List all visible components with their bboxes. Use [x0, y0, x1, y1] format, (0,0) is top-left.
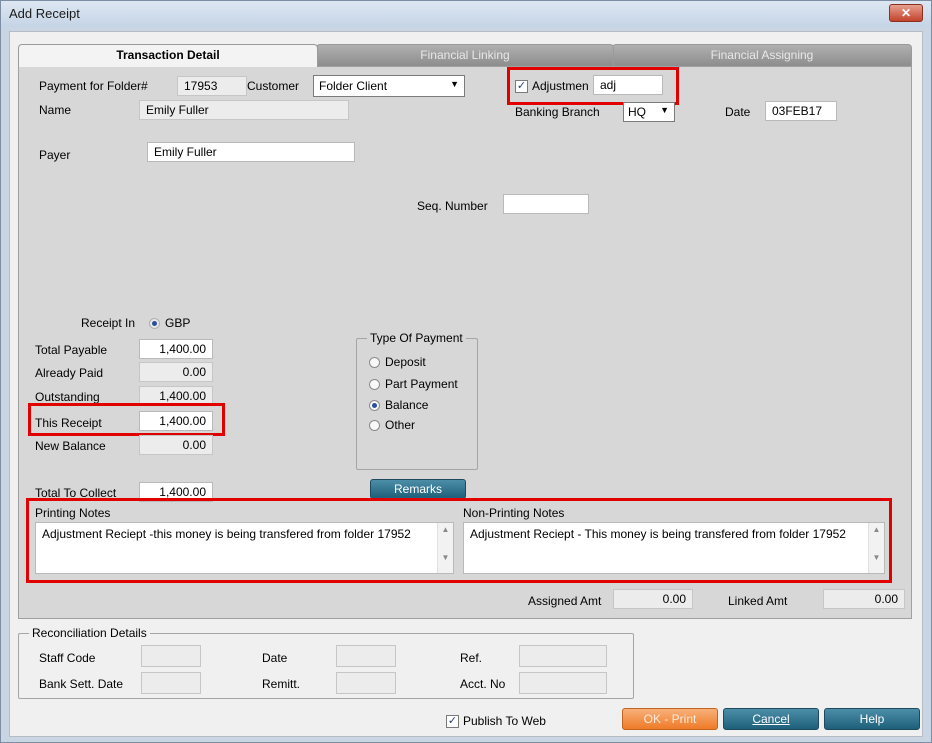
- bank-sett-date-field: [141, 672, 201, 694]
- this-receipt-field[interactable]: 1,400.00: [139, 411, 213, 431]
- payer-field[interactable]: Emily Fuller: [147, 142, 355, 162]
- ref-label: Ref.: [460, 651, 483, 665]
- type-of-payment-title: Type Of Payment: [367, 331, 466, 345]
- customer-select[interactable]: Folder Client ▼: [313, 75, 465, 97]
- customer-select-value: Folder Client: [319, 79, 388, 93]
- staff-code-field: [141, 645, 201, 667]
- option-balance[interactable]: Balance: [369, 398, 428, 412]
- publish-to-web-checkbox-wrap[interactable]: ✓ Publish To Web: [446, 714, 546, 729]
- help-button[interactable]: Help: [824, 708, 920, 730]
- chevron-down-icon: ▼: [660, 105, 669, 115]
- currency-label: GBP: [165, 316, 191, 330]
- outstanding-field: 1,400.00: [139, 386, 213, 406]
- remitt-field: [336, 672, 396, 694]
- reconciliation-group: Reconciliation Details Staff Code Date R…: [18, 626, 634, 699]
- tab-transaction-detail[interactable]: Transaction Detail: [18, 44, 318, 67]
- option-other-label: Other: [385, 418, 416, 432]
- adjustment-checkbox[interactable]: ✓: [515, 80, 528, 94]
- radio-icon: [149, 318, 160, 330]
- non-printing-notes-text: Adjustment Reciept - This money is being…: [470, 527, 846, 541]
- radio-icon: [369, 379, 380, 391]
- recon-date-label: Date: [262, 651, 288, 665]
- publish-to-web-label: Publish To Web: [463, 714, 546, 728]
- radio-icon: [369, 420, 380, 432]
- printing-notes-label: Printing Notes: [35, 506, 111, 520]
- staff-code-label: Staff Code: [39, 651, 96, 665]
- close-icon[interactable]: ✕: [889, 4, 923, 22]
- customer-label: Customer: [247, 79, 300, 93]
- payer-label: Payer: [39, 148, 71, 162]
- banking-branch-label: Banking Branch: [515, 105, 600, 119]
- assigned-amt-label: Assigned Amt: [528, 594, 602, 608]
- linked-amt-field: 0.00: [823, 589, 905, 609]
- new-balance-label: New Balance: [35, 439, 106, 453]
- bank-sett-date-label: Bank Sett. Date: [39, 677, 124, 691]
- option-balance-label: Balance: [385, 398, 429, 412]
- outstanding-label: Outstanding: [35, 390, 100, 404]
- new-balance-field: 0.00: [139, 435, 213, 455]
- already-paid-field: 0.00: [139, 362, 213, 382]
- assigned-amt-field: 0.00: [613, 589, 693, 609]
- adjustment-checkbox-wrap[interactable]: ✓ Adjustmen: [515, 79, 589, 94]
- dialog-body: Financial Assigning Financial Linking Tr…: [9, 31, 923, 737]
- printing-notes-text: Adjustment Reciept -this money is being …: [42, 527, 411, 541]
- window-title: Add Receipt: [9, 6, 80, 21]
- ref-field: [519, 645, 607, 667]
- option-part-payment[interactable]: Part Payment: [369, 377, 458, 391]
- seq-number-label: Seq. Number: [417, 199, 488, 213]
- name-label: Name: [39, 103, 72, 117]
- tab-financial-linking[interactable]: Financial Linking: [316, 44, 614, 66]
- total-payable-label: Total Payable: [35, 343, 108, 357]
- reconciliation-title: Reconciliation Details: [29, 626, 150, 640]
- currency-radio[interactable]: GBP: [149, 316, 190, 330]
- option-deposit[interactable]: Deposit: [369, 355, 426, 369]
- remitt-label: Remitt.: [262, 677, 301, 691]
- date-label: Date: [725, 105, 751, 119]
- acct-no-label: Acct. No: [460, 677, 506, 691]
- total-payable-field: 1,400.00: [139, 339, 213, 359]
- already-paid-label: Already Paid: [35, 366, 104, 380]
- name-field: Emily Fuller: [139, 100, 349, 120]
- option-deposit-label: Deposit: [385, 355, 426, 369]
- printing-notes-scrollbar[interactable]: ▲ ▼: [437, 523, 453, 573]
- option-other[interactable]: Other: [369, 418, 415, 432]
- ok-print-button[interactable]: OK - Print: [622, 708, 718, 730]
- adjustment-label: Adjustmen: [532, 79, 589, 93]
- recon-date-field: [336, 645, 396, 667]
- tab-financial-assigning[interactable]: Financial Assigning: [612, 44, 912, 66]
- option-part-payment-label: Part Payment: [385, 377, 458, 391]
- this-receipt-label: This Receipt: [35, 416, 102, 430]
- receipt-in-label: Receipt In: [81, 316, 136, 330]
- date-field[interactable]: 03FEB17: [765, 101, 837, 121]
- folder-label: Payment for Folder#: [39, 79, 148, 93]
- folder-number-field: 17953: [177, 76, 247, 96]
- transaction-detail-panel: Payment for Folder# 17953 Customer Folde…: [18, 66, 912, 619]
- total-collect-field: 1,400.00: [139, 482, 213, 502]
- acct-no-field: [519, 672, 607, 694]
- publish-to-web-checkbox[interactable]: ✓: [446, 715, 459, 729]
- chevron-down-icon: ▼: [450, 79, 459, 89]
- non-printing-notes-field[interactable]: Adjustment Reciept - This money is being…: [463, 522, 885, 574]
- cancel-button[interactable]: Cancel: [723, 708, 819, 730]
- banking-branch-value: HQ: [628, 105, 646, 119]
- add-receipt-window: Add Receipt ✕ Financial Assigning Financ…: [0, 0, 932, 743]
- adjustment-field[interactable]: adj: [593, 75, 663, 95]
- printing-notes-field[interactable]: Adjustment Reciept -this money is being …: [35, 522, 454, 574]
- type-of-payment-group: Type Of Payment Deposit Part Payment Bal…: [356, 331, 478, 470]
- seq-number-field[interactable]: [503, 194, 589, 214]
- total-collect-label: Total To Collect: [35, 486, 117, 500]
- radio-icon: [369, 357, 380, 369]
- non-printing-notes-label: Non-Printing Notes: [463, 506, 565, 520]
- title-bar: Add Receipt ✕: [1, 1, 931, 27]
- remarks-button[interactable]: Remarks: [370, 479, 466, 499]
- banking-branch-select[interactable]: HQ ▼: [623, 102, 675, 122]
- radio-selected-icon: [369, 400, 380, 412]
- linked-amt-label: Linked Amt: [728, 594, 788, 608]
- non-printing-notes-scrollbar[interactable]: ▲ ▼: [868, 523, 884, 573]
